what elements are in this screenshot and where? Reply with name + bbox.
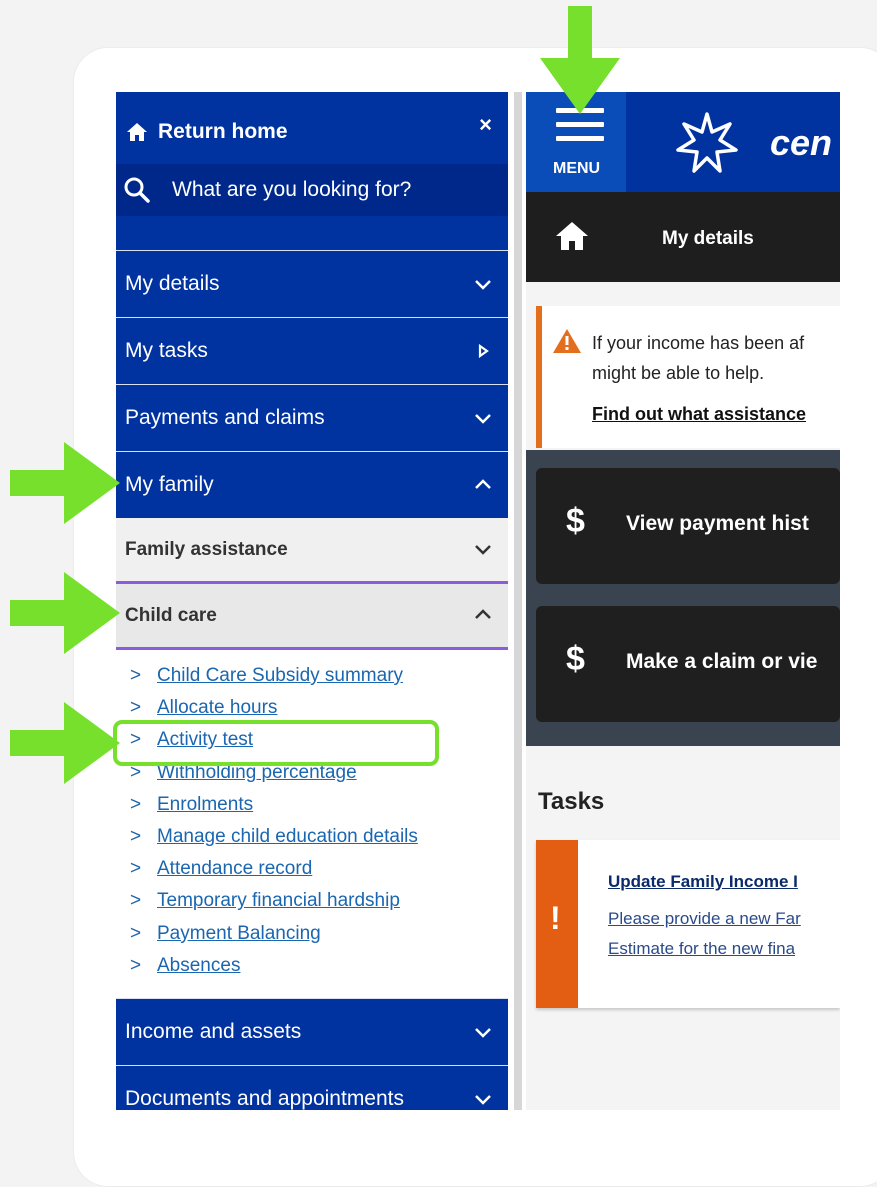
dollar-icon: $ bbox=[566, 640, 585, 678]
activity-test-highlight bbox=[113, 720, 439, 766]
list-item: > Enrolments bbox=[130, 789, 418, 821]
down-arrow-annotation-icon bbox=[540, 6, 620, 114]
sub-family-assistance[interactable]: Family assistance bbox=[116, 518, 508, 584]
tile-label: View payment hist bbox=[626, 512, 809, 535]
view-payment-history-tile[interactable]: $ View payment hist bbox=[536, 468, 840, 584]
task-line: Please provide a new Far bbox=[608, 909, 801, 928]
nav-label: My details bbox=[125, 272, 220, 295]
nav-payments-claims[interactable]: Payments and claims bbox=[116, 384, 508, 451]
search-input[interactable]: What are you looking for? bbox=[116, 164, 508, 216]
right-arrow-annotation-icon bbox=[10, 702, 120, 784]
nav-my-details[interactable]: My details bbox=[116, 250, 508, 317]
chevron-down-icon bbox=[475, 1095, 491, 1105]
link-marker: > bbox=[130, 858, 142, 880]
close-menu-button[interactable]: × bbox=[479, 112, 492, 138]
link-marker: > bbox=[130, 793, 142, 815]
home-icon[interactable] bbox=[554, 220, 590, 252]
link-attendance-record[interactable]: Attendance record bbox=[157, 858, 312, 880]
return-home-link[interactable]: Return home bbox=[126, 120, 288, 144]
list-item: > Temporary financial hardship bbox=[130, 885, 418, 917]
nav-label: Documents and appointments bbox=[125, 1087, 404, 1110]
link-marker: > bbox=[130, 954, 142, 976]
centrelink-star-logo-icon bbox=[676, 112, 738, 173]
chevron-down-icon bbox=[475, 545, 491, 555]
logo-text: cen bbox=[770, 122, 833, 163]
nav-label: My family bbox=[125, 473, 214, 496]
home-icon bbox=[127, 123, 147, 141]
side-menu: Return home × What are you looking for? … bbox=[116, 92, 508, 1110]
task-alert-stripe: ! bbox=[536, 840, 578, 1008]
return-home-label: Return home bbox=[158, 120, 288, 143]
link-temporary-financial-hardship[interactable]: Temporary financial hardship bbox=[157, 890, 400, 912]
alert-text: If your income has been af might be able… bbox=[592, 328, 804, 388]
child-care-links: > Child Care Subsidy summary > Allocate ho… bbox=[130, 660, 418, 982]
nav-my-family[interactable]: My family bbox=[116, 451, 508, 518]
link-marker: > bbox=[130, 826, 142, 848]
list-item: > Child Care Subsidy summary bbox=[130, 660, 418, 692]
income-alert: If your income has been af might be able… bbox=[536, 306, 840, 448]
sub-label: Child care bbox=[125, 604, 217, 626]
list-item: > Attendance record bbox=[130, 853, 418, 885]
page-title: My details bbox=[662, 228, 754, 249]
chevron-up-icon bbox=[475, 609, 491, 619]
list-item: > Manage child education details bbox=[130, 821, 418, 853]
chevron-down-icon bbox=[475, 280, 491, 290]
page-nav-bar: My details bbox=[526, 192, 840, 282]
sub-child-care[interactable]: Child care bbox=[116, 584, 508, 650]
link-marker: > bbox=[130, 890, 142, 912]
nav-my-tasks[interactable]: My tasks bbox=[116, 317, 508, 384]
sub-label: Family assistance bbox=[125, 538, 288, 560]
nav-income-assets[interactable]: Income and assets bbox=[116, 998, 508, 1065]
side-menu-header: Return home × What are you looking for? bbox=[116, 92, 508, 250]
task-line: Estimate for the new fina bbox=[608, 939, 796, 958]
nav-label: Payments and claims bbox=[125, 406, 325, 429]
tasks-heading: Tasks bbox=[538, 788, 605, 815]
link-enrolments[interactable]: Enrolments bbox=[157, 794, 253, 816]
sidebar-scrollbar[interactable] bbox=[514, 92, 522, 1110]
link-marker: > bbox=[130, 922, 142, 944]
list-item: > Absences bbox=[130, 950, 418, 982]
dollar-icon: $ bbox=[566, 502, 585, 540]
list-item: > Payment Balancing bbox=[130, 918, 418, 950]
link-absences[interactable]: Absences bbox=[157, 955, 240, 977]
nav-documents-appointments[interactable]: Documents and appointments bbox=[116, 1065, 508, 1110]
play-right-icon bbox=[478, 343, 489, 359]
link-child-care-subsidy-summary[interactable]: Child Care Subsidy summary bbox=[157, 665, 403, 687]
link-payment-balancing[interactable]: Payment Balancing bbox=[157, 923, 321, 945]
right-arrow-annotation-icon bbox=[10, 572, 120, 654]
alert-line: might be able to help. bbox=[592, 363, 765, 383]
chevron-up-icon bbox=[475, 479, 491, 489]
task-description: Please provide a new Far Estimate for th… bbox=[608, 904, 801, 964]
main-content: MENU cen My details If your income has b… bbox=[526, 92, 840, 1110]
chevron-down-icon bbox=[475, 414, 491, 424]
link-marker: > bbox=[130, 665, 142, 687]
menu-label: MENU bbox=[553, 160, 601, 177]
exclamation-icon: ! bbox=[550, 900, 561, 936]
link-marker: > bbox=[130, 697, 142, 719]
task-title-link[interactable]: Update Family Income I bbox=[608, 872, 798, 892]
link-manage-child-education-details[interactable]: Manage child education details bbox=[157, 826, 418, 848]
chevron-down-icon bbox=[475, 1028, 491, 1038]
find-assistance-link[interactable]: Find out what assistance bbox=[592, 404, 806, 425]
link-allocate-hours[interactable]: Allocate hours bbox=[157, 697, 277, 719]
search-icon bbox=[124, 177, 150, 203]
tile-label: Make a claim or vie bbox=[626, 650, 818, 673]
nav-label: Income and assets bbox=[125, 1020, 302, 1043]
make-claim-tile[interactable]: $ Make a claim or vie bbox=[536, 606, 840, 722]
nav-label: My tasks bbox=[125, 339, 208, 362]
search-placeholder: What are you looking for? bbox=[172, 178, 412, 201]
warning-icon bbox=[553, 329, 581, 353]
task-card[interactable]: ! Update Family Income I Please provide … bbox=[536, 840, 840, 1008]
app-viewport: Return home × What are you looking for? … bbox=[116, 92, 840, 1110]
right-arrow-annotation-icon bbox=[10, 442, 120, 524]
alert-line: If your income has been af bbox=[592, 333, 805, 353]
